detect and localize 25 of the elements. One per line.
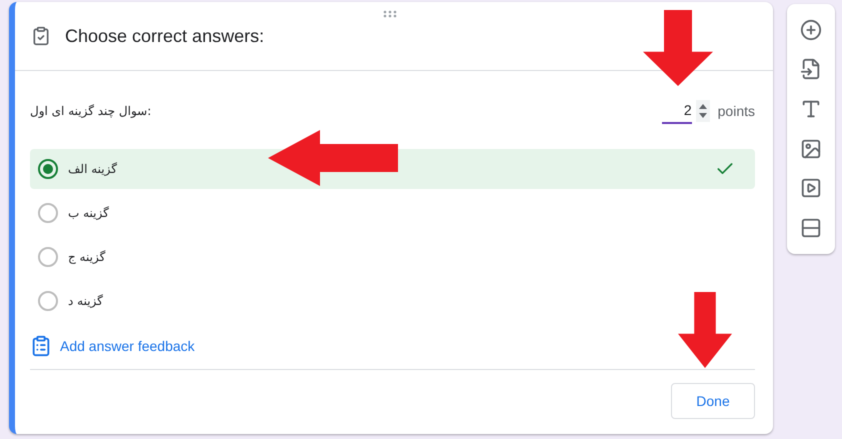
option-label: گزینه الف xyxy=(68,162,118,176)
answer-option[interactable]: گزینه د xyxy=(30,281,755,321)
answer-option[interactable]: گزینه الف xyxy=(30,149,755,189)
done-button[interactable]: Done xyxy=(671,383,755,419)
card-title: Choose correct answers: xyxy=(65,26,264,46)
feedback-link[interactable]: Add answer feedback xyxy=(60,338,195,354)
option-label: گزینه ب xyxy=(68,206,110,220)
points-field[interactable]: 2 xyxy=(662,98,692,124)
drag-handle-icon[interactable] xyxy=(383,10,397,18)
answer-option[interactable]: گزینه ب xyxy=(30,193,755,233)
option-label: گزینه ج xyxy=(68,250,106,264)
arrow-icon xyxy=(268,130,398,186)
points-label: points xyxy=(718,103,755,119)
radio-button[interactable] xyxy=(38,203,58,223)
answer-option[interactable]: گزینه ج xyxy=(30,237,755,277)
option-label: گزینه د xyxy=(68,294,104,308)
checklist-icon xyxy=(31,26,51,46)
clipboard-icon xyxy=(30,335,52,357)
arrow-icon xyxy=(678,292,732,368)
radio-button[interactable] xyxy=(38,247,58,267)
radio-button[interactable] xyxy=(38,291,58,311)
stepper-icon[interactable] xyxy=(696,100,710,122)
arrow-icon xyxy=(643,10,713,86)
radio-button[interactable] xyxy=(38,159,58,179)
question-text: سوال چند گزینه ای اول: xyxy=(30,104,152,118)
